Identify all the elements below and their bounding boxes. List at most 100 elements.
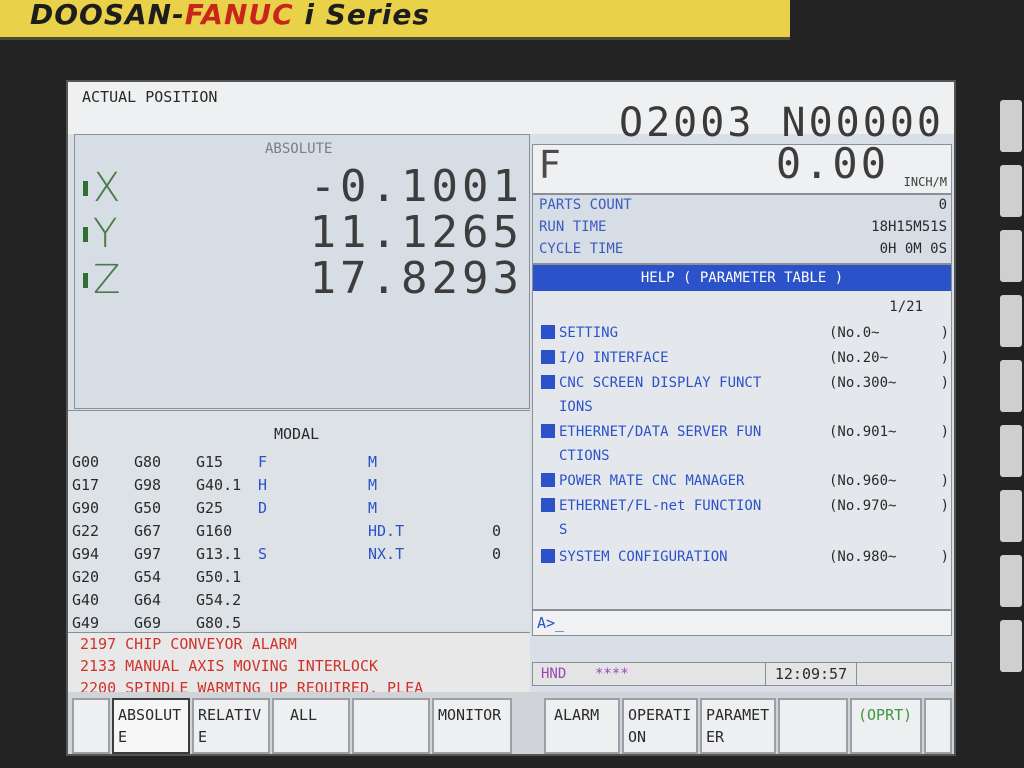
brand-fanuc: FANUC xyxy=(184,0,294,31)
side-key[interactable] xyxy=(1000,295,1022,347)
help-item-paren: ) xyxy=(940,498,949,514)
modal-title: MODAL xyxy=(274,425,320,443)
bullet-square-icon xyxy=(541,549,555,563)
run-status-panel: PARTS COUNT 0 RUN TIME 18H15M51S CYCLE T… xyxy=(532,194,952,264)
screen-header: ACTUAL POSITION O2003 N00000 xyxy=(68,82,954,146)
modal-code: G94 xyxy=(72,545,100,563)
side-key[interactable] xyxy=(1000,620,1022,672)
help-item-number: (No.0~ xyxy=(829,325,880,341)
softkey-operation-button[interactable]: OPERATION xyxy=(622,698,698,754)
softkey-all-button[interactable]: ALL xyxy=(272,698,350,754)
help-item[interactable]: SYSTEM CONFIGURATION (No.980~ ) xyxy=(541,545,949,569)
help-item-name: POWER MATE CNC MANAGER xyxy=(559,473,745,489)
brand-strip: DOOSAN-FANUC i Series xyxy=(0,0,790,40)
help-parameter-table: HELP ( PARAMETER TABLE ) 1/21 SETTING (N… xyxy=(532,264,952,610)
side-key[interactable] xyxy=(1000,230,1022,282)
help-item-name: ETHERNET/DATA SERVER FUN CTIONS xyxy=(559,424,762,464)
side-key-column xyxy=(994,100,1024,750)
help-item-number: (No.980~ xyxy=(829,549,897,565)
side-key[interactable] xyxy=(1000,425,1022,477)
modal-code: G67 xyxy=(134,522,162,540)
cnc-screen: ACTUAL POSITION O2003 N00000 ABSOLUTE X … xyxy=(66,80,956,756)
help-item[interactable]: ETHERNET/DATA SERVER FUN CTIONS (No.901~… xyxy=(541,420,949,468)
run-time-label: RUN TIME xyxy=(539,219,607,235)
cycle-time-value: 0H 0M 0S xyxy=(879,241,947,257)
help-item-number: (No.960~ xyxy=(829,473,897,489)
axis-name: X xyxy=(93,165,121,211)
softkey-return-button[interactable] xyxy=(72,698,110,754)
screen-title: ACTUAL POSITION xyxy=(82,88,218,106)
modal-code: G20 xyxy=(72,568,100,586)
modal-code: G50 xyxy=(134,499,162,517)
modal-code: G22 xyxy=(72,522,100,540)
help-item-number: (No.20~ xyxy=(829,350,889,366)
status-stars: **** xyxy=(595,666,629,682)
parts-count-row: PARTS COUNT 0 xyxy=(539,197,947,219)
axis-marker-icon xyxy=(83,273,88,288)
modal-code: G17 xyxy=(72,476,100,494)
alarm-message: 2133 MANUAL AXIS MOVING INTERLOCK xyxy=(80,657,379,675)
modal-code: HD.T xyxy=(368,522,405,540)
softkey-oprt-button[interactable]: (OPRT) xyxy=(850,698,922,754)
feedrate-panel: F 0.00 INCH/M xyxy=(532,139,952,194)
modal-code: 0 xyxy=(492,545,502,563)
modal-code: G69 xyxy=(134,614,162,632)
side-key[interactable] xyxy=(1000,165,1022,217)
help-item[interactable]: ETHERNET/FL-net FUNCTION S (No.970~ ) xyxy=(541,494,949,542)
modal-code: D xyxy=(258,499,268,517)
side-key[interactable] xyxy=(1000,490,1022,542)
help-item[interactable]: SETTING (No.0~ ) xyxy=(541,321,949,345)
modal-code: F xyxy=(258,453,268,471)
help-item-name: SYSTEM CONFIGURATION xyxy=(559,549,728,565)
axis-marker-icon xyxy=(83,227,88,242)
modal-code: G40 xyxy=(72,591,100,609)
side-key[interactable] xyxy=(1000,555,1022,607)
help-item-paren: ) xyxy=(940,424,949,440)
modal-code: G54.2 xyxy=(196,591,242,609)
axis-name: Z xyxy=(93,257,121,303)
axis-row-z: Z 17.8293 xyxy=(75,253,531,305)
help-item-paren: ) xyxy=(940,375,949,391)
brand-series: Series xyxy=(325,0,430,31)
help-item[interactable]: I/O INTERFACE (No.20~ ) xyxy=(541,346,949,370)
softkey-absolute-button[interactable]: ABSOLUTE xyxy=(112,698,190,754)
cycle-time-label: CYCLE TIME xyxy=(539,241,624,257)
help-item[interactable]: CNC SCREEN DISPLAY FUNCT IONS (No.300~ ) xyxy=(541,371,949,419)
mode-indicator: HND xyxy=(541,666,567,682)
status-bar: HND **** 12:09:57 xyxy=(532,662,952,686)
softkey-monitor-button[interactable]: MONITOR xyxy=(432,698,512,754)
softkey-alarm-button[interactable]: ALARM xyxy=(544,698,620,754)
axis-name: Y xyxy=(93,211,118,257)
softkey-blank-button[interactable] xyxy=(352,698,430,754)
help-title: HELP ( PARAMETER TABLE ) xyxy=(533,265,951,291)
softkey-blank-button[interactable] xyxy=(778,698,848,754)
axis-value: 11.1265 xyxy=(309,207,523,258)
brand-i: i xyxy=(304,0,316,31)
brand-logo: DOOSAN-FANUC i Series xyxy=(30,0,430,31)
feedrate-value: 0.00 xyxy=(775,139,889,188)
softkey-relative-button[interactable]: RELATIVE xyxy=(192,698,270,754)
modal-code: H xyxy=(258,476,268,494)
modal-code: G49 xyxy=(72,614,100,632)
key-input-line[interactable]: A>_ xyxy=(532,610,952,636)
side-key[interactable] xyxy=(1000,100,1022,152)
modal-code: S xyxy=(258,545,268,563)
help-item-paren: ) xyxy=(940,473,949,489)
help-item-number: (No.300~ xyxy=(829,375,897,391)
softkey-next-button[interactable] xyxy=(924,698,952,754)
bullet-square-icon xyxy=(541,375,555,389)
help-item[interactable]: POWER MATE CNC MANAGER (No.960~ ) xyxy=(541,469,949,493)
side-key[interactable] xyxy=(1000,360,1022,412)
modal-code: M xyxy=(368,499,378,517)
help-item-paren: ) xyxy=(940,350,949,366)
parts-count-label: PARTS COUNT xyxy=(539,197,632,213)
modal-code: G25 xyxy=(196,499,224,517)
cycle-time-row: CYCLE TIME 0H 0M 0S xyxy=(539,241,947,263)
modal-code: G90 xyxy=(72,499,100,517)
help-item-name: CNC SCREEN DISPLAY FUNCT IONS xyxy=(559,375,762,415)
bullet-square-icon xyxy=(541,498,555,512)
softkey-parameter-button[interactable]: PARAMETER xyxy=(700,698,776,754)
bullet-square-icon xyxy=(541,350,555,364)
modal-code: G50.1 xyxy=(196,568,242,586)
help-item-number: (No.901~ xyxy=(829,424,897,440)
